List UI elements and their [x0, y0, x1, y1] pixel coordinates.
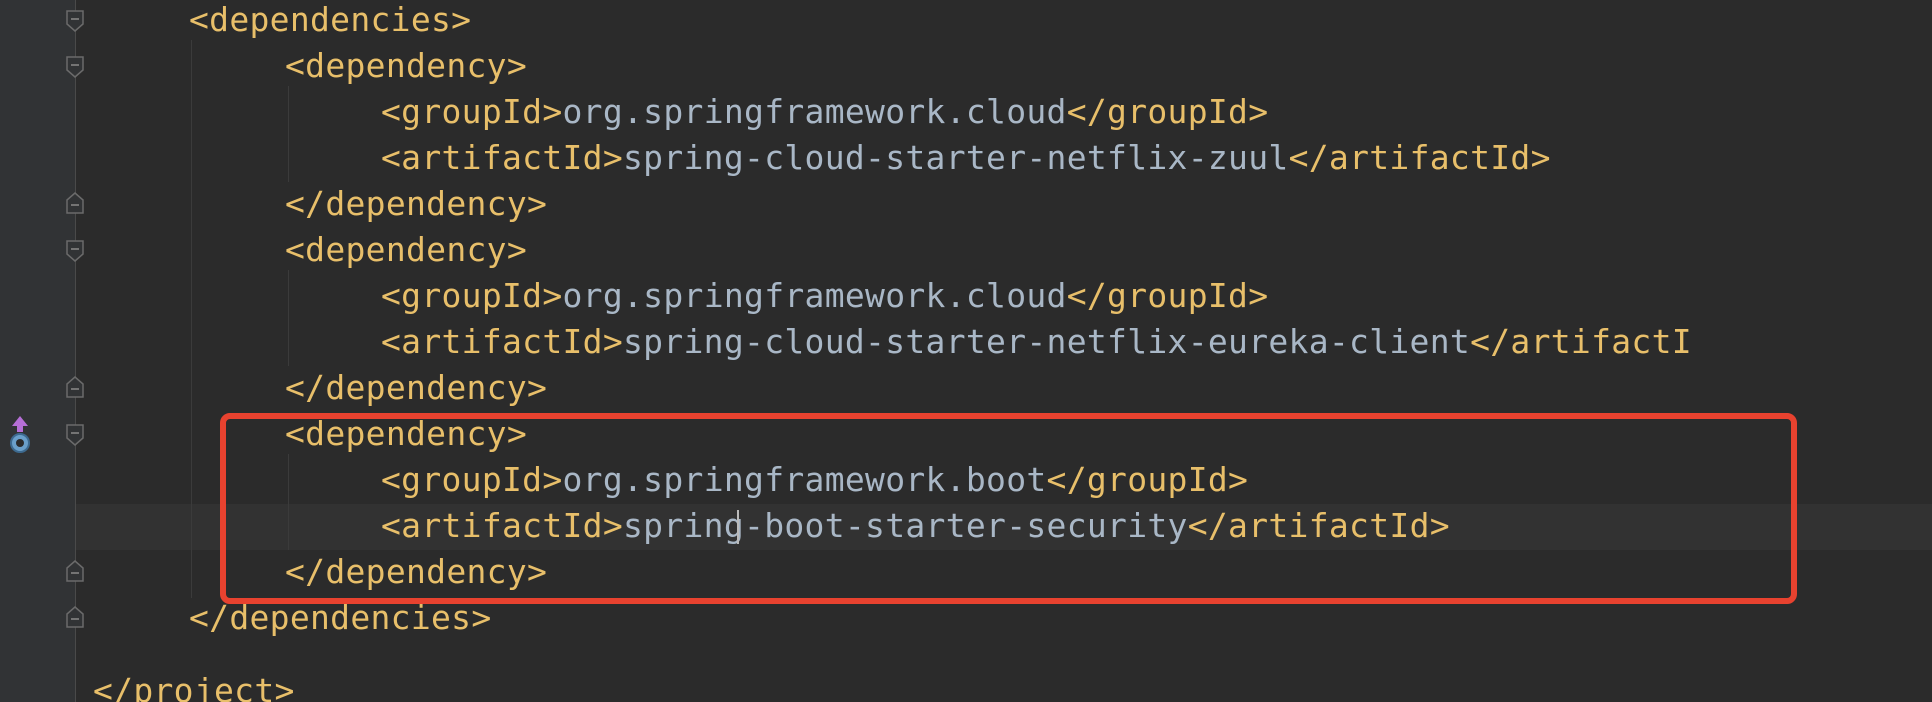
code-line: </project> [93, 668, 295, 702]
xml-tag: <dependency> [285, 230, 528, 269]
fold-close-icon[interactable] [66, 560, 84, 582]
code-line: </dependency> [285, 181, 547, 227]
xml-tag: </groupId> [1066, 92, 1269, 131]
fold-open-icon[interactable] [66, 10, 84, 32]
xml-tag: </artifactI [1470, 322, 1692, 361]
fold-close-icon[interactable] [66, 376, 84, 398]
xml-tag: <dependency> [285, 46, 528, 85]
xml-tag: </dependency> [285, 184, 548, 223]
xml-tag: </artifactId> [1288, 138, 1551, 177]
fold-open-icon[interactable] [66, 56, 84, 78]
xml-tag: </project> [93, 671, 295, 702]
code-line: <groupId>org.springframework.cloud</grou… [381, 89, 1268, 135]
navigate-gutter-icon[interactable] [7, 414, 33, 454]
xml-tag: <artifactId> [381, 322, 624, 361]
fold-open-icon[interactable] [66, 424, 84, 446]
code-line: </dependency> [285, 365, 547, 411]
fold-close-icon[interactable] [66, 606, 84, 628]
xml-tag: <dependencies> [189, 0, 472, 39]
xml-tag: <artifactId> [381, 138, 624, 177]
indent-guide [191, 40, 192, 598]
fold-close-icon[interactable] [66, 192, 84, 214]
fold-open-icon[interactable] [66, 240, 84, 262]
fold-connector-line [75, 0, 76, 702]
indent-guide [288, 270, 289, 366]
xml-tag: </dependency> [285, 368, 548, 407]
code-editor[interactable]: <dependencies> <dependency> <groupId>org… [0, 0, 1932, 702]
code-line: <artifactId>spring-cloud-starter-netflix… [381, 319, 1692, 365]
xml-text: spring-cloud-starter-netflix-eureka-clie… [623, 322, 1471, 361]
xml-text: org.springframework.cloud [562, 92, 1067, 131]
xml-tag: <groupId> [381, 92, 563, 131]
xml-tag: </groupId> [1066, 276, 1269, 315]
editor-gutter [0, 0, 75, 702]
code-line: <dependencies> [189, 0, 471, 43]
code-line: <dependency> [285, 227, 527, 273]
code-line: <artifactId>spring-cloud-starter-netflix… [381, 135, 1551, 181]
code-line: <dependency> [285, 43, 527, 89]
annotation-highlight-box [220, 413, 1797, 604]
xml-text: spring-cloud-starter-netflix-zuul [623, 138, 1289, 177]
indent-guide [288, 86, 289, 182]
xml-tag: <groupId> [381, 276, 563, 315]
code-line: <groupId>org.springframework.cloud</grou… [381, 273, 1268, 319]
xml-text: org.springframework.cloud [562, 276, 1067, 315]
